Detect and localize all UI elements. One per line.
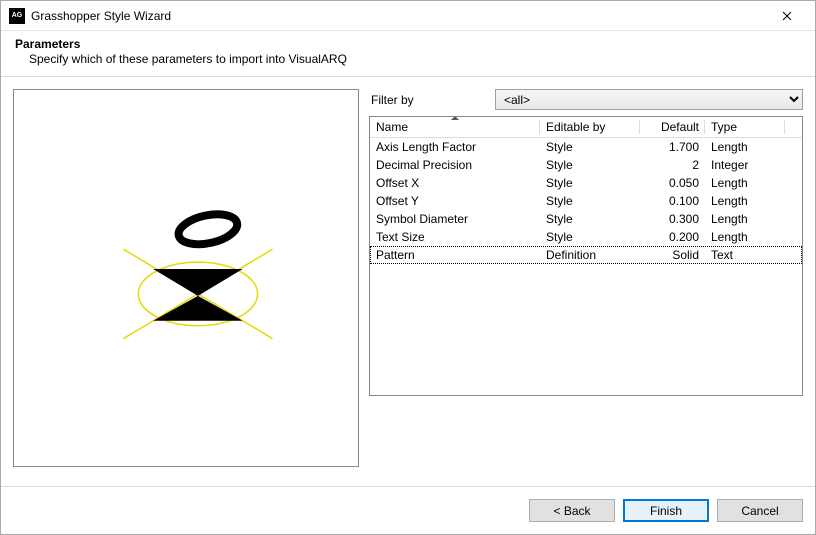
filter-select[interactable]: <all> (495, 89, 803, 110)
right-panel: Filter by <all> Name Editable by Default (369, 89, 803, 482)
cell-default: 0.100 (640, 192, 705, 210)
back-button[interactable]: < Back (529, 499, 615, 522)
page-title: Parameters (15, 37, 801, 51)
table-row[interactable]: Symbol DiameterStyle0.300Length (370, 210, 802, 228)
column-header-type[interactable]: Type (705, 117, 785, 138)
cell-spacer (785, 210, 802, 228)
cell-type: Text (705, 246, 785, 264)
table-row[interactable]: PatternDefinitionSolidText (370, 246, 802, 264)
cell-name: Offset Y (370, 192, 540, 210)
column-header-spacer (785, 117, 802, 138)
sort-indicator-icon (451, 116, 459, 120)
cell-editable_by: Style (540, 156, 640, 174)
preview-panel (13, 89, 359, 467)
cell-name: Text Size (370, 228, 540, 246)
cell-default: 0.050 (640, 174, 705, 192)
cell-name: Symbol Diameter (370, 210, 540, 228)
page-subtitle: Specify which of these parameters to imp… (15, 52, 801, 66)
cell-editable_by: Definition (540, 246, 640, 264)
header: Parameters Specify which of these parame… (1, 31, 815, 77)
table-row[interactable]: Decimal PrecisionStyle2Integer (370, 156, 802, 174)
cell-type: Length (705, 210, 785, 228)
cell-editable_by: Style (540, 228, 640, 246)
footer: < Back Finish Cancel (1, 486, 815, 534)
cell-spacer (785, 192, 802, 210)
cell-type: Length (705, 174, 785, 192)
cell-spacer (785, 246, 802, 264)
cell-default: 2 (640, 156, 705, 174)
column-header-editable-by[interactable]: Editable by (540, 117, 640, 138)
wizard-window: AG Grasshopper Style Wizard Parameters S… (0, 0, 816, 535)
cell-editable_by: Style (540, 138, 640, 157)
cell-editable_by: Style (540, 210, 640, 228)
cell-spacer (785, 138, 802, 157)
close-button[interactable] (767, 2, 807, 30)
titlebar: AG Grasshopper Style Wizard (1, 1, 815, 31)
table-row[interactable]: Text SizeStyle0.200Length (370, 228, 802, 246)
app-icon: AG (9, 8, 25, 24)
cell-editable_by: Style (540, 174, 640, 192)
table-row[interactable]: Offset YStyle0.100Length (370, 192, 802, 210)
cell-default: 0.200 (640, 228, 705, 246)
finish-button[interactable]: Finish (623, 499, 709, 522)
app-icon-text: AG (12, 12, 23, 19)
cell-default: Solid (640, 246, 705, 264)
parameters-table: Name Editable by Default Type Axis Lengt… (369, 116, 803, 396)
column-header-name-label: Name (376, 120, 408, 134)
table-row[interactable]: Offset XStyle0.050Length (370, 174, 802, 192)
cell-spacer (785, 174, 802, 192)
cell-name: Offset X (370, 174, 540, 192)
cell-type: Length (705, 138, 785, 157)
table-header-row: Name Editable by Default Type (370, 117, 802, 138)
cell-type: Integer (705, 156, 785, 174)
table-row[interactable]: Axis Length FactorStyle1.700Length (370, 138, 802, 157)
filter-label: Filter by (369, 93, 487, 107)
cell-spacer (785, 228, 802, 246)
cell-default: 1.700 (640, 138, 705, 157)
window-title: Grasshopper Style Wizard (31, 9, 171, 23)
column-header-default[interactable]: Default (640, 117, 705, 138)
preview-illustration (14, 90, 358, 466)
cell-spacer (785, 156, 802, 174)
filter-row: Filter by <all> (369, 89, 803, 110)
cell-name: Axis Length Factor (370, 138, 540, 157)
close-icon (782, 11, 792, 21)
cell-name: Pattern (370, 246, 540, 264)
cell-type: Length (705, 228, 785, 246)
cell-type: Length (705, 192, 785, 210)
cell-default: 0.300 (640, 210, 705, 228)
column-header-name[interactable]: Name (370, 117, 540, 138)
cancel-button[interactable]: Cancel (717, 499, 803, 522)
body: Filter by <all> Name Editable by Default (1, 77, 815, 486)
cell-name: Decimal Precision (370, 156, 540, 174)
cell-editable_by: Style (540, 192, 640, 210)
